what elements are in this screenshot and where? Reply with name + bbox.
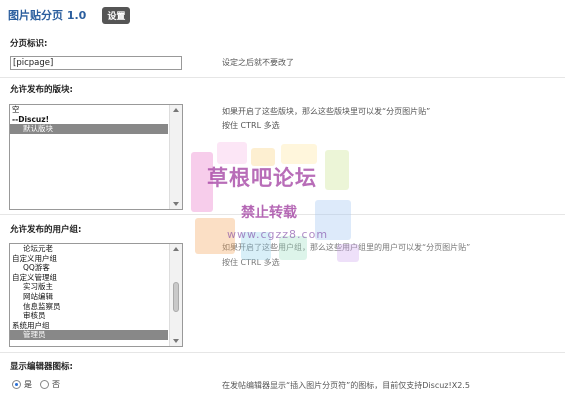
scroll-down-icon[interactable] [173,202,179,206]
picpage-id-input[interactable] [10,56,182,70]
scroll-up-icon[interactable] [173,108,179,112]
option-item[interactable]: 审核员 [10,311,182,321]
groups-scrollbar[interactable] [169,244,182,346]
option-item[interactable]: 网站编辑 [10,292,182,302]
picpage-id-hint: 设定之后就不要改了 [222,58,294,67]
forums-scrollbar[interactable] [169,105,182,209]
watermark-block [325,150,349,190]
allowed-groups-multiselect-hint: 按住 CTRL 多选 [222,258,280,267]
watermark-block [281,144,317,164]
allowed-groups-hint: 如果开启了这些用户组，那么这些用户组里的用户可以发“分页图片贴” [222,243,471,252]
allowed-groups-select[interactable]: 论坛元老 自定义用户组 QQ游客 自定义管理组 实习版主 网站编辑 信息监察员 审核员 系统用户… [9,243,183,347]
scroll-thumb[interactable] [173,282,179,312]
option-item[interactable]: 默认版块 [10,124,168,134]
plugin-header: 图片贴分页 1.0 设置 [0,0,565,30]
editor-icon-radio-group: 是 否 [12,379,68,390]
option-item[interactable]: QQ游客 [10,263,182,273]
editor-icon-label: 显示编辑器图标: [10,362,73,372]
option-item[interactable]: 实习版主 [10,282,182,292]
scroll-down-icon[interactable] [173,339,179,343]
editor-icon-yes-radio[interactable] [12,380,21,389]
allowed-forums-select[interactable]: 空 --Discuz! 默认版块 [9,104,183,210]
watermark-block [315,200,351,240]
scroll-up-icon[interactable] [173,247,179,251]
allowed-groups-label: 允许发布的用户组: [10,225,82,235]
allowed-forums-multiselect-hint: 按住 CTRL 多选 [222,121,280,130]
settings-button[interactable]: 设置 [102,6,131,24]
picpage-id-label: 分页标识: [10,39,48,49]
option-item[interactable]: --Discuz! [10,115,182,125]
allowed-forums-hint: 如果开启了这些版块，那么这些版块里可以发“分页图片贴” [222,107,431,116]
editor-icon-no-radio[interactable] [40,380,49,389]
plugin-title: 图片贴分页 1.0 [8,9,87,22]
editor-icon-yes-label[interactable]: 是 [24,379,32,390]
divider [0,77,565,78]
watermark-subtitle: 禁止转载 [241,205,297,221]
editor-icon-hint: 在发帖编辑器显示“插入图片分页符”的图标，目前仅支持Discuz!X2.5 [222,381,470,390]
option-item[interactable]: 管理员 [10,330,168,340]
editor-icon-no-label[interactable]: 否 [52,379,60,390]
option-item[interactable]: 自定义用户组 [10,254,182,264]
watermark-block [251,148,275,166]
watermark-block [217,142,247,164]
option-item[interactable]: 自定义管理组 [10,273,182,283]
option-item[interactable]: 信息监察员 [10,302,182,312]
option-item[interactable]: 论坛元老 [10,244,182,254]
watermark-block [191,152,213,212]
allowed-forums-label: 允许发布的版块: [10,85,73,95]
watermark-title: 草根吧论坛 [207,166,317,190]
divider [0,214,565,215]
option-item[interactable]: 系统用户组 [10,321,182,331]
option-item[interactable]: 空 [10,105,182,115]
divider [0,352,565,353]
